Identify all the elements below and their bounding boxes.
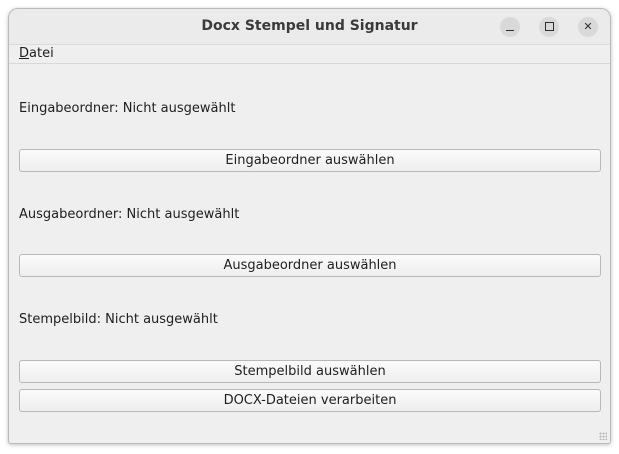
title-bar[interactable]: Docx Stempel und Signatur ✕ [9, 9, 610, 45]
minimize-icon [506, 29, 514, 31]
stamp-image-label: Stempelbild: Nicht ausgewählt [19, 312, 218, 327]
select-input-folder-button[interactable]: Eingabeordner auswählen [19, 149, 601, 172]
process-docx-button[interactable]: DOCX-Dateien verarbeiten [19, 389, 601, 412]
output-folder-label: Ausgabeordner: Nicht ausgewählt [19, 207, 240, 222]
app-window: Docx Stempel und Signatur ✕ Datei Eingab… [8, 8, 611, 444]
maximize-button[interactable] [539, 17, 559, 37]
minimize-button[interactable] [500, 17, 520, 37]
close-icon: ✕ [583, 20, 593, 33]
close-button[interactable]: ✕ [578, 17, 598, 37]
maximize-icon [544, 21, 554, 31]
menu-bar: Datei [9, 45, 610, 64]
input-folder-label: Eingabeordner: Nicht ausgewählt [19, 101, 236, 116]
menu-file[interactable]: Datei [19, 46, 54, 61]
select-output-folder-button[interactable]: Ausgabeordner auswählen [19, 254, 601, 277]
menu-file-label: atei [29, 46, 54, 61]
select-stamp-image-button[interactable]: Stempelbild auswählen [19, 360, 601, 383]
resize-grip-icon[interactable] [599, 432, 607, 440]
menu-file-accelerator: D [19, 46, 30, 61]
